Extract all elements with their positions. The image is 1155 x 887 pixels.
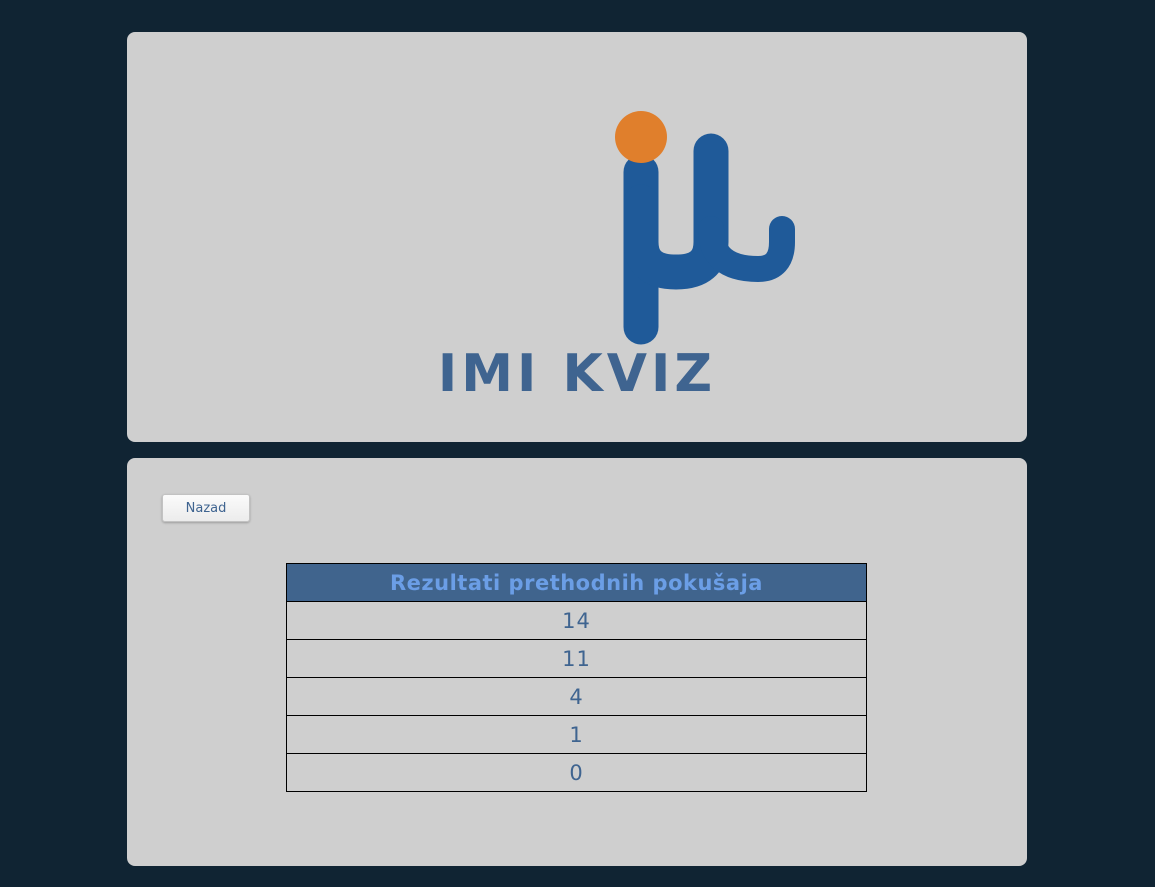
results-table: Rezultati prethodnih pokušaja 14 11 4 1 …	[286, 563, 867, 792]
table-row: 14	[286, 601, 867, 640]
table-cell-score: 11	[286, 639, 867, 678]
mu-dot	[615, 111, 667, 163]
table-row: 0	[286, 753, 867, 792]
content-panel: Nazad Rezultati prethodnih pokušaja 14 1…	[127, 458, 1027, 866]
table-header-row: Rezultati prethodnih pokušaja	[286, 563, 867, 602]
mu-tail	[698, 216, 795, 283]
table-cell-score: 0	[286, 753, 867, 792]
table-cell-score: 14	[286, 601, 867, 640]
table-header: Rezultati prethodnih pokušaja	[286, 563, 867, 602]
mu-logo-icon	[615, 111, 795, 345]
table-row: 4	[286, 677, 867, 716]
table-row: 1	[286, 715, 867, 754]
header-panel: IMI KVIZ	[127, 32, 1027, 442]
back-button[interactable]: Nazad	[162, 494, 250, 522]
mu-icon	[615, 111, 795, 345]
table-cell-score: 1	[286, 715, 867, 754]
table-cell-score: 4	[286, 677, 867, 716]
table-row: 11	[286, 639, 867, 678]
app-title: IMI KVIZ	[437, 344, 717, 404]
